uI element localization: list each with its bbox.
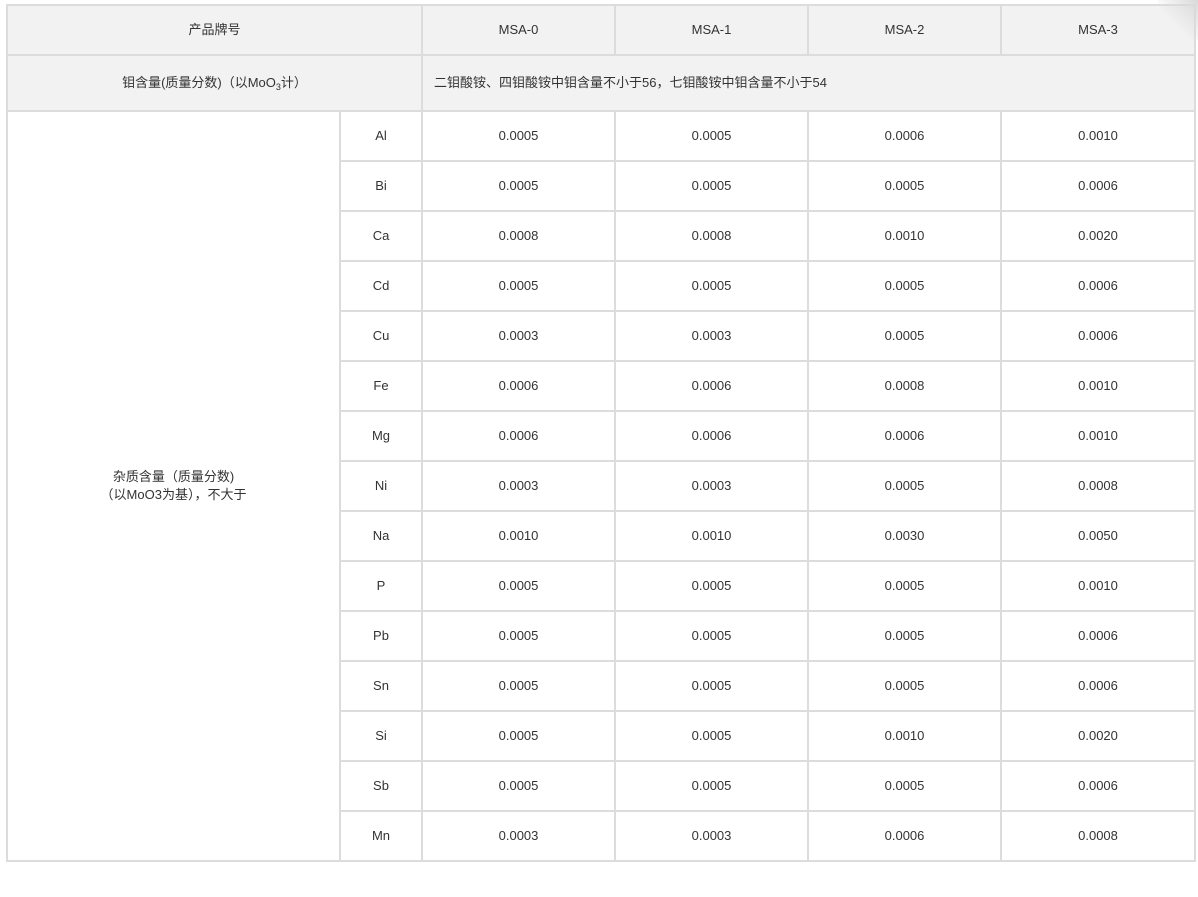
value-cell: 0.0006	[807, 810, 1003, 862]
value-cell: 0.0003	[421, 460, 617, 512]
element-cell: P	[338, 560, 424, 612]
value-cell: 0.0005	[614, 660, 810, 712]
mo-content-label: 钼含量(质量分数)（以MoO3计）	[5, 54, 424, 112]
element-cell: Ca	[338, 210, 424, 262]
value-cell: 0.0006	[614, 410, 810, 462]
value-cell: 0.0010	[421, 510, 617, 562]
scroll-corner-shadow	[1158, 0, 1198, 40]
value-cell: 0.0005	[421, 560, 617, 612]
spec-table-body: 产品牌号 MSA-0 MSA-1 MSA-2 MSA-3 钼含量(质量分数)（以…	[5, 4, 1197, 862]
value-cell: 0.0005	[807, 460, 1003, 512]
value-cell: 0.0006	[1000, 610, 1197, 662]
element-cell: Fe	[338, 360, 424, 412]
value-cell: 0.0008	[1000, 460, 1197, 512]
value-cell: 0.0006	[1000, 760, 1197, 812]
table-row: 杂质含量（质量分数) （以MoO3为基），不大于 Al 0.0005 0.0005 0.0…	[6, 110, 1197, 862]
mo-content-row: 钼含量(质量分数)（以MoO3计） 二钼酸铵、四钼酸铵中钼含量不小于56，七钼酸…	[5, 54, 1197, 112]
value-cell: 0.0008	[807, 360, 1003, 412]
value-cell: 0.0006	[1000, 660, 1197, 712]
value-cell: 0.0005	[421, 660, 617, 712]
value-cell: 0.0020	[1000, 710, 1197, 762]
header-row: 产品牌号 MSA-0 MSA-1 MSA-2 MSA-3	[5, 4, 1197, 56]
element-cell: Mn	[338, 810, 424, 862]
impurity-label-line1: 杂质含量（质量分数)	[112, 469, 235, 484]
value-cell: 0.0003	[614, 810, 810, 862]
value-cell: 0.0005	[614, 110, 810, 162]
value-cell: 0.0010	[1000, 410, 1197, 462]
value-cell: 0.0003	[421, 310, 617, 362]
value-cell: 0.0006	[614, 360, 810, 412]
value-cell: 0.0010	[614, 510, 810, 562]
value-cell: 0.0005	[807, 660, 1003, 712]
value-cell: 0.0005	[421, 760, 617, 812]
value-cell: 0.0005	[614, 710, 810, 762]
mo-content-note: 二钼酸铵、四钼酸铵中钼含量不小于56，七钼酸铵中钼含量不小于54	[421, 54, 1197, 112]
element-cell: Sn	[338, 660, 424, 712]
value-cell: 0.0005	[807, 610, 1003, 662]
value-cell: 0.0010	[1000, 360, 1197, 412]
element-cell: Si	[338, 710, 424, 762]
value-cell: 0.0010	[807, 210, 1003, 262]
value-cell: 0.0006	[1000, 260, 1197, 312]
element-cell: Sb	[338, 760, 424, 812]
grade-header: MSA-2	[807, 4, 1003, 56]
value-cell: 0.0006	[421, 410, 617, 462]
value-cell: 0.0005	[421, 160, 617, 212]
value-cell: 0.0008	[421, 210, 617, 262]
value-cell: 0.0050	[1000, 510, 1197, 562]
value-cell: 0.0010	[807, 710, 1003, 762]
value-cell: 0.0005	[614, 260, 810, 312]
element-cell: Cd	[338, 260, 424, 312]
value-cell: 0.0003	[421, 810, 617, 862]
value-cell: 0.0006	[807, 410, 1003, 462]
mo-content-label-prefix: 钼含量(质量分数)（以MoO	[122, 75, 276, 90]
element-cell: Cu	[338, 310, 424, 362]
element-cell: Na	[338, 510, 424, 562]
value-cell: 0.0030	[807, 510, 1003, 562]
brand-header: 产品牌号	[5, 4, 424, 56]
value-cell: 0.0005	[807, 260, 1003, 312]
value-cell: 0.0005	[807, 760, 1003, 812]
spec-table: 产品牌号 MSA-0 MSA-1 MSA-2 MSA-3 钼含量(质量分数)（以…	[5, 4, 1197, 862]
impurity-label: 杂质含量（质量分数) （以MoO3为基），不大于	[6, 110, 341, 862]
element-cell: Al	[338, 110, 424, 162]
value-cell: 0.0008	[1000, 810, 1197, 862]
value-cell: 0.0005	[421, 610, 617, 662]
mo-content-label-suffix: 计）	[280, 75, 307, 90]
value-cell: 0.0005	[421, 260, 617, 312]
value-cell: 0.0005	[807, 560, 1003, 612]
value-cell: 0.0003	[614, 460, 810, 512]
value-cell: 0.0010	[1000, 560, 1197, 612]
value-cell: 0.0005	[807, 310, 1003, 362]
value-cell: 0.0006	[421, 360, 617, 412]
value-cell: 0.0005	[614, 160, 810, 212]
impurity-label-line2: （以MoO3为基），不大于	[100, 487, 247, 502]
element-cell: Bi	[338, 160, 424, 212]
value-cell: 0.0005	[421, 710, 617, 762]
value-cell: 0.0020	[1000, 210, 1197, 262]
value-cell: 0.0006	[1000, 160, 1197, 212]
grade-header: MSA-1	[614, 4, 810, 56]
element-cell: Mg	[338, 410, 424, 462]
element-cell: Pb	[338, 610, 424, 662]
value-cell: 0.0005	[614, 560, 810, 612]
value-cell: 0.0005	[807, 160, 1003, 212]
value-cell: 0.0005	[421, 110, 617, 162]
element-cell: Ni	[338, 460, 424, 512]
value-cell: 0.0006	[1000, 310, 1197, 362]
value-cell: 0.0003	[614, 310, 810, 362]
value-cell: 0.0010	[1000, 110, 1197, 162]
value-cell: 0.0006	[807, 110, 1003, 162]
value-cell: 0.0008	[614, 210, 810, 262]
value-cell: 0.0005	[614, 760, 810, 812]
value-cell: 0.0005	[614, 610, 810, 662]
grade-header: MSA-0	[421, 4, 617, 56]
